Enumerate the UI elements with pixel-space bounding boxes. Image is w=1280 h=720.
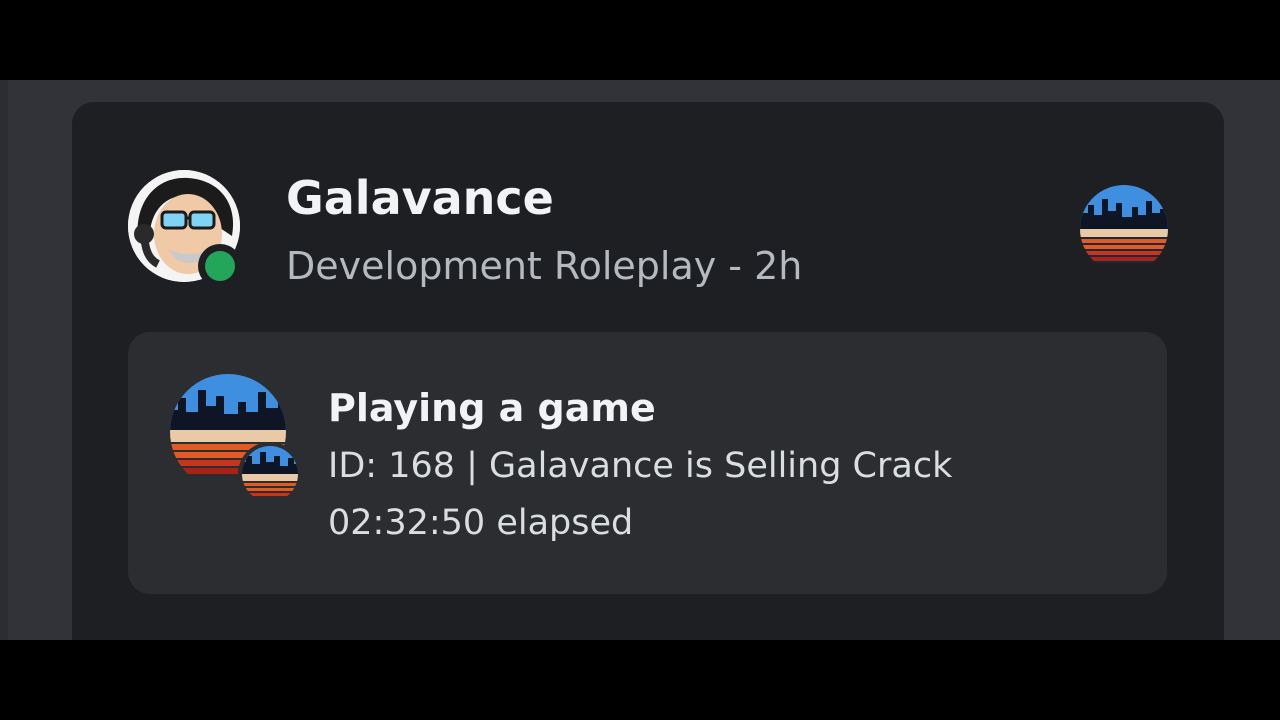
activity-elapsed-time: 02:32:50 elapsed: [328, 503, 634, 543]
online-status-indicator: [198, 244, 242, 288]
server-icon[interactable]: [1080, 185, 1168, 273]
username[interactable]: Galavance: [286, 168, 554, 228]
letterbox-bottom: [0, 640, 1280, 720]
activity-details: ID: 168 | Galavance is Selling Crack: [328, 446, 953, 486]
letterbox-top: [0, 0, 1280, 80]
status-text: Development Roleplay - 2h: [286, 244, 803, 288]
sidebar-edge: [0, 80, 8, 640]
online-status-icon: [205, 251, 235, 281]
activity-title: Playing a game: [328, 386, 656, 430]
game-small-icon: [238, 442, 302, 506]
